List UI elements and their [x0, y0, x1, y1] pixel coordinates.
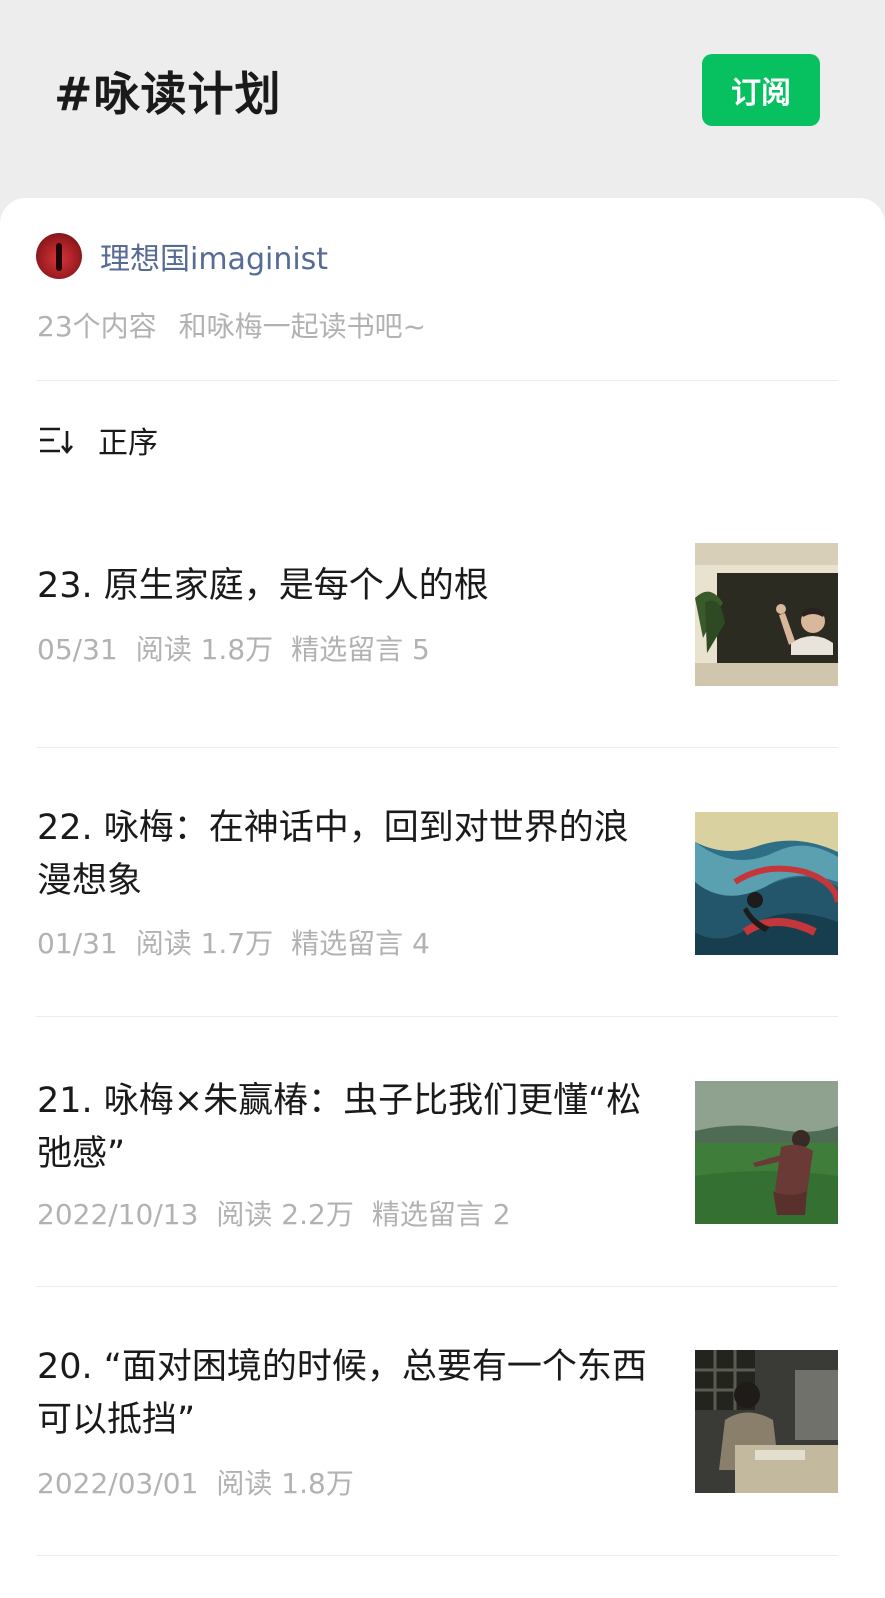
- article-date: 2022/10/13: [37, 1198, 199, 1231]
- article-item-22[interactable]: 22. 咏梅：在神话中，回到对世界的浪漫想象 01/31 阅读 1.7万 精选留言 …: [0, 808, 885, 962]
- article-reads: 阅读 1.8万: [216, 1467, 354, 1500]
- article-title[interactable]: 22. 咏梅：在神话中，回到对世界的浪漫想象: [37, 802, 647, 908]
- avatar[interactable]: [36, 233, 82, 279]
- article-item-23[interactable]: 23. 原生家庭，是每个人的根 05/31 阅读 1.8万 精选留言 5: [0, 540, 885, 690]
- page-title: #咏读计划: [54, 67, 282, 121]
- sort-order-icon: [40, 427, 73, 455]
- collection-description: 和咏梅一起读书吧~: [178, 310, 427, 343]
- article-meta: 05/31 阅读 1.8万 精选留言 5: [37, 628, 430, 668]
- article-reads: 阅读 2.2万: [216, 1198, 354, 1231]
- article-reads: 阅读 1.7万: [135, 927, 274, 960]
- header: #咏读计划 订阅: [0, 0, 885, 200]
- article-title[interactable]: 23. 原生家庭，是每个人的根: [37, 560, 647, 613]
- article-date: 01/31: [37, 927, 118, 960]
- article-thumbnail[interactable]: [695, 812, 838, 955]
- subscribe-button[interactable]: 订阅: [702, 54, 820, 126]
- sort-label: 正序: [98, 426, 158, 461]
- divider: [36, 1555, 838, 1556]
- article-reads: 阅读 1.8万: [135, 633, 274, 666]
- article-title[interactable]: 20. “面对困境的时候，总要有一个东西可以抵挡”: [37, 1341, 647, 1447]
- account-name[interactable]: 理想国imaginist: [100, 234, 328, 278]
- article-date: 05/31: [37, 633, 118, 666]
- collection-meta: 23个内容 和咏梅一起读书吧~: [37, 305, 426, 345]
- sort-toggle[interactable]: 正序: [38, 420, 158, 461]
- article-title[interactable]: 21. 咏梅×朱赢椿：虫子比我们更懂“松弛感”: [37, 1075, 647, 1181]
- article-meta: 2022/10/13 阅读 2.2万 精选留言 2: [37, 1193, 511, 1233]
- article-thumbnail[interactable]: [695, 543, 838, 686]
- divider: [36, 1286, 838, 1287]
- account-row[interactable]: 理想国imaginist: [36, 233, 328, 279]
- article-comments: 精选留言 5: [291, 633, 430, 666]
- article-thumbnail[interactable]: [695, 1081, 838, 1224]
- divider: [36, 1016, 838, 1017]
- divider: [36, 747, 838, 748]
- article-date: 2022/03/01: [37, 1467, 199, 1500]
- article-meta: 2022/03/01 阅读 1.8万: [37, 1462, 372, 1502]
- article-thumbnail[interactable]: [695, 1350, 838, 1493]
- article-comments: 精选留言 2: [371, 1198, 511, 1231]
- content-count: 23个内容: [37, 310, 157, 343]
- article-meta: 01/31 阅读 1.7万 精选留言 4: [37, 922, 430, 962]
- article-item-21[interactable]: 21. 咏梅×朱赢椿：虫子比我们更懂“松弛感” 2022/10/13 阅读 2.2…: [0, 1075, 885, 1231]
- article-comments: 精选留言 4: [291, 927, 430, 960]
- article-item-20[interactable]: 20. “面对困境的时候，总要有一个东西可以抵挡” 2022/03/01 阅读 1…: [0, 1347, 885, 1500]
- divider: [36, 380, 838, 381]
